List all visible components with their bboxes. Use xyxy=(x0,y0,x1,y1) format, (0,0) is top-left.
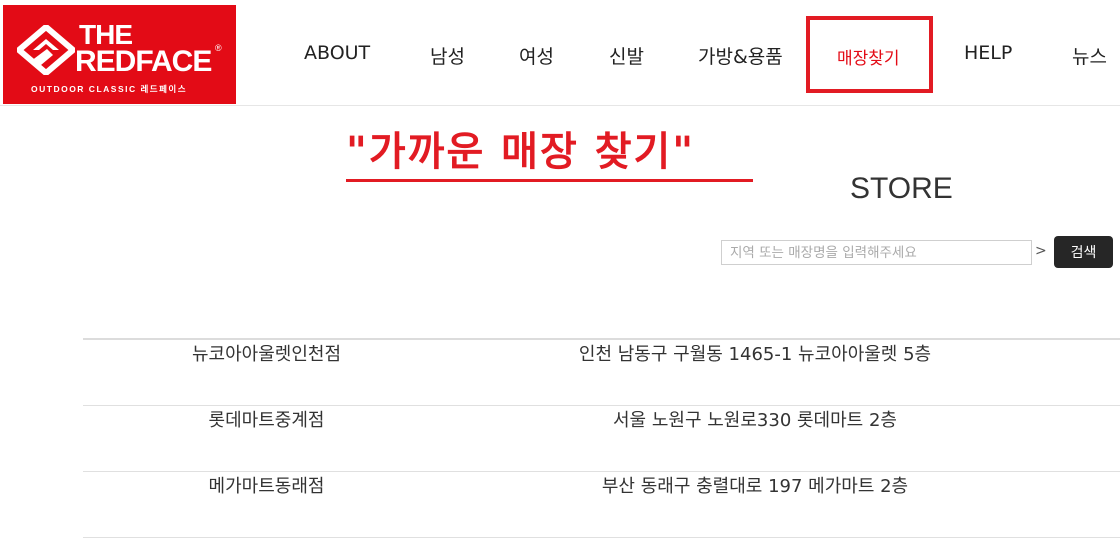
nav-help[interactable]: HELP xyxy=(964,42,1012,64)
store-row[interactable]: 뉴코아아울렛인천점 인천 남동구 구월동 1465-1 뉴코아아울렛 5층 xyxy=(83,340,1120,406)
store-name: 롯데마트중계점 xyxy=(208,410,325,431)
store-name: 메가마트동래점 xyxy=(208,476,325,497)
registered-mark: ® xyxy=(215,43,222,53)
store-name: 뉴코아아울렛인천점 xyxy=(191,344,342,365)
store-address: 서울 노원구 노원로330 롯데마트 2층 xyxy=(613,410,897,431)
annotation-title: "가까운 매장 찾기" xyxy=(346,129,696,175)
search-button[interactable]: 검색 xyxy=(1054,236,1113,268)
search-arrow-icon: > xyxy=(1035,243,1047,259)
header-divider xyxy=(0,105,1120,106)
nav-shoes[interactable]: 신발 xyxy=(609,42,644,69)
redface-logo-mark-icon xyxy=(17,25,75,75)
nav-about[interactable]: ABOUT xyxy=(304,42,370,64)
annotation-underline xyxy=(346,179,753,182)
redface-logo[interactable]: THE REDFACE ® OUTDOOR CLASSIC 레드페이스 xyxy=(3,5,236,104)
logo-tagline: OUTDOOR CLASSIC 레드페이스 xyxy=(31,84,188,94)
store-row[interactable]: 메가마트동래점 부산 동래구 충렬대로 197 메가마트 2층 xyxy=(83,472,1120,538)
nav-bags-goods[interactable]: 가방&용품 xyxy=(698,42,783,69)
nav-news[interactable]: 뉴스 xyxy=(1072,42,1107,69)
store-row[interactable]: 롯데마트중계점 서울 노원구 노원로330 롯데마트 2층 xyxy=(83,406,1120,472)
active-nav-highlight-box xyxy=(806,16,933,93)
store-address: 부산 동래구 충렬대로 197 메가마트 2층 xyxy=(601,476,909,497)
nav-men[interactable]: 남성 xyxy=(430,42,465,69)
store-list: 뉴코아아울렛인천점 인천 남동구 구월동 1465-1 뉴코아아울렛 5층 롯데… xyxy=(83,338,1120,538)
logo-brand-text: REDFACE xyxy=(75,45,212,78)
store-address: 인천 남동구 구월동 1465-1 뉴코아아울렛 5층 xyxy=(578,344,932,365)
store-search-input[interactable] xyxy=(721,240,1032,265)
nav-women[interactable]: 여성 xyxy=(519,42,554,69)
store-section-title: STORE xyxy=(850,172,953,205)
